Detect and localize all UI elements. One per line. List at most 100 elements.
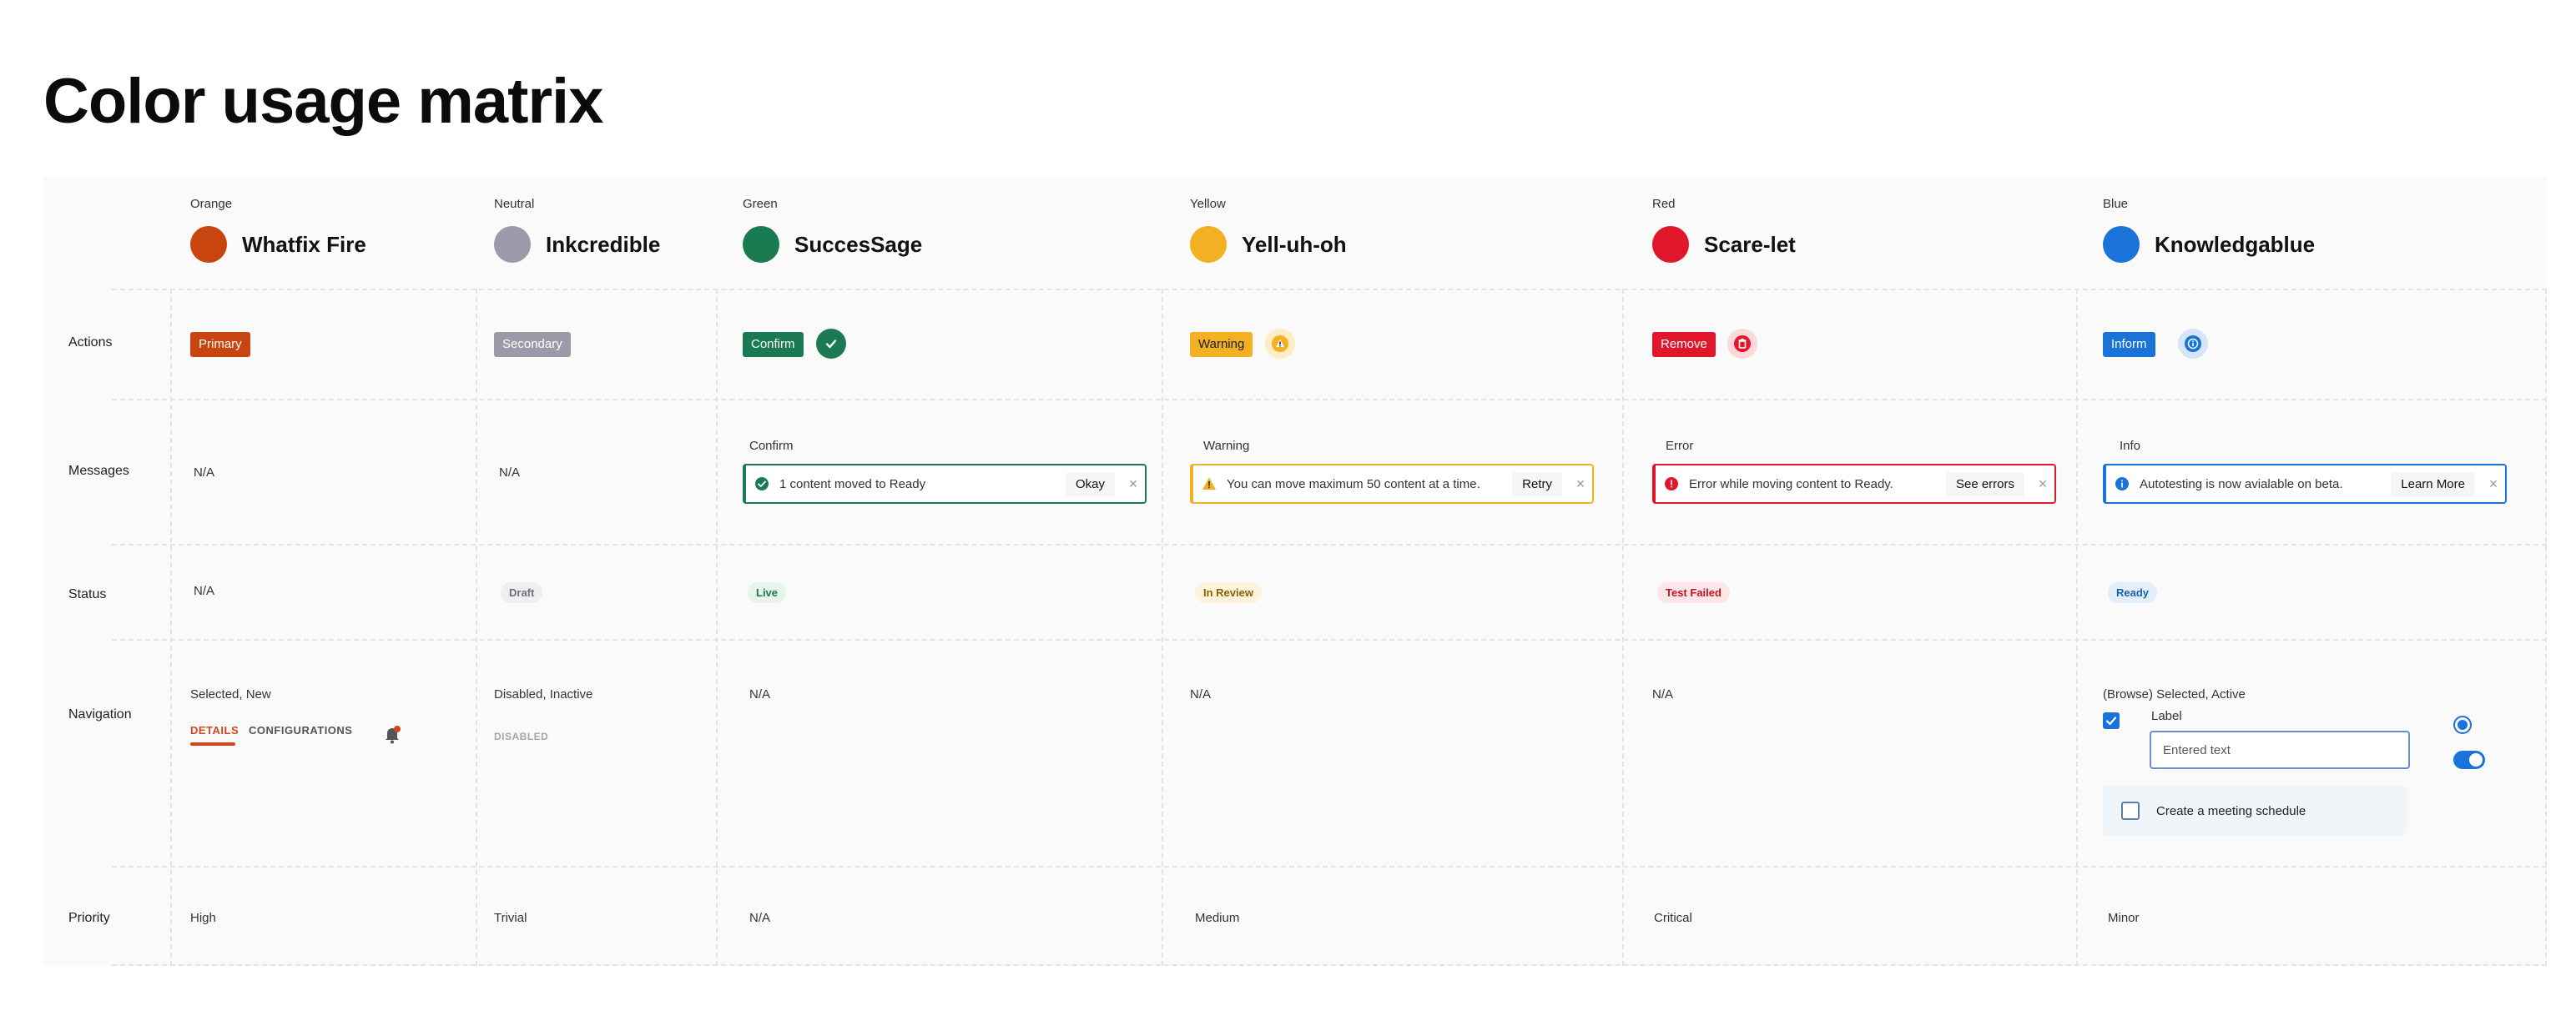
na-text: N/A — [194, 584, 215, 598]
priority-value: Critical — [1654, 911, 1692, 925]
grid-divider — [112, 639, 2547, 641]
grid-divider — [112, 964, 2547, 966]
close-icon[interactable]: × — [1122, 475, 1145, 493]
color-swatch — [1652, 226, 1689, 263]
grid-divider — [716, 289, 718, 966]
priority-value: High — [190, 911, 216, 925]
grid-divider — [112, 544, 2547, 546]
color-name: Scare-let — [1704, 231, 1796, 257]
toast-message: 1 content moved to Ready — [779, 476, 926, 491]
unchecked-checkbox[interactable] — [2121, 802, 2140, 820]
radio-dot — [2458, 720, 2468, 730]
na-text: N/A — [499, 465, 521, 480]
message-caption: Warning — [1203, 439, 1250, 453]
grid-divider — [170, 289, 172, 966]
message-caption: Error — [1666, 439, 1694, 453]
grid-divider — [112, 866, 2547, 868]
warning-toast: You can move maximum 50 content at a tim… — [1190, 464, 1594, 504]
trash-icon[interactable] — [1727, 329, 1757, 359]
grid-divider — [112, 289, 2547, 290]
primary-button[interactable]: Primary — [190, 332, 250, 357]
row-label-messages: Messages — [68, 464, 129, 478]
info-icon — [2115, 477, 2129, 490]
status-badge: Draft — [501, 582, 543, 603]
column-header-orange: Orange Whatfix Fire — [190, 197, 366, 263]
close-icon[interactable]: × — [2482, 475, 2505, 493]
na-text: N/A — [1652, 687, 1674, 702]
status-badge: Live — [748, 582, 787, 603]
toast-message: Autotesting is now avialable on beta. — [2140, 476, 2343, 491]
color-name: SuccesSage — [794, 231, 923, 257]
warning-button[interactable]: Warning — [1190, 332, 1253, 357]
color-category: Orange — [190, 197, 233, 211]
color-swatch — [2103, 226, 2140, 263]
radio-button[interactable] — [2453, 716, 2472, 734]
nav-caption: (Browse) Selected, Active — [2103, 687, 2246, 702]
color-category: Neutral — [494, 197, 535, 211]
color-swatch — [494, 226, 531, 263]
confirm-button[interactable]: Confirm — [743, 332, 804, 357]
grid-divider — [2545, 289, 2547, 966]
priority-value: Trivial — [494, 911, 527, 925]
field-label: Label — [2151, 709, 2182, 723]
remove-button[interactable]: Remove — [1652, 332, 1716, 357]
page-title: Color usage matrix — [43, 66, 603, 137]
alert-icon[interactable] — [1265, 329, 1295, 359]
column-header-blue: Blue Knowledgablue — [2103, 197, 2315, 263]
grid-divider — [1162, 289, 1163, 966]
input-value: Entered text — [2163, 742, 2231, 757]
column-header-green: Green SuccesSage — [743, 197, 922, 263]
color-category: Blue — [2103, 197, 2129, 211]
success-toast: 1 content moved to Ready Okay × — [743, 464, 1147, 504]
column-header-yellow: Yellow Yell-uh-oh — [1190, 197, 1347, 263]
bell-icon[interactable] — [382, 724, 402, 746]
row-label-priority: Priority — [68, 911, 110, 925]
check-circle-icon[interactable] — [816, 329, 846, 359]
close-icon[interactable]: × — [2031, 475, 2054, 493]
meeting-checkbox-card[interactable]: Create a meeting schedule — [2103, 786, 2407, 836]
inform-button[interactable]: Inform — [2103, 332, 2155, 357]
tab-configurations[interactable]: CONFIGURATIONS — [249, 724, 352, 737]
color-category: Red — [1652, 197, 1676, 211]
color-swatch — [743, 226, 779, 263]
color-name: Yell-uh-oh — [1242, 231, 1347, 257]
learn-more-button[interactable]: Learn More — [2391, 471, 2475, 496]
secondary-button[interactable]: Secondary — [494, 332, 571, 357]
okay-button[interactable]: Okay — [1065, 471, 1115, 496]
na-text: N/A — [194, 465, 215, 480]
checked-checkbox[interactable] — [2103, 712, 2120, 729]
toast-message: Error while moving content to Ready. — [1689, 476, 1893, 491]
row-label-actions: Actions — [68, 335, 113, 350]
message-caption: Info — [2120, 439, 2141, 453]
text-input[interactable]: Entered text — [2150, 731, 2410, 769]
status-badge: Test Failed — [1657, 582, 1730, 603]
retry-button[interactable]: Retry — [1512, 471, 1562, 496]
check-circle-icon — [755, 477, 769, 490]
column-header-red: Red Scare-let — [1652, 197, 1796, 263]
info-icon[interactable] — [2178, 329, 2208, 359]
alert-icon — [1202, 477, 1216, 490]
column-header-neutral: Neutral Inkcredible — [494, 197, 660, 263]
grid-divider — [1622, 289, 1624, 966]
color-name: Knowledgablue — [2155, 231, 2316, 257]
priority-value: Medium — [1195, 911, 1240, 925]
na-text: N/A — [1190, 687, 1212, 702]
tab-details[interactable]: DETAILS — [190, 724, 239, 737]
na-text: N/A — [749, 687, 771, 702]
priority-value: N/A — [749, 911, 771, 925]
grid-divider — [2076, 289, 2078, 966]
row-label-navigation: Navigation — [68, 707, 132, 722]
see-errors-button[interactable]: See errors — [1945, 471, 2024, 496]
nav-caption: Disabled, Inactive — [494, 687, 593, 702]
toggle-switch[interactable] — [2453, 751, 2485, 769]
color-name: Whatfix Fire — [242, 231, 366, 257]
priority-value: Minor — [2108, 911, 2140, 925]
grid-divider — [476, 289, 477, 966]
close-icon[interactable]: × — [1569, 475, 1592, 493]
toast-message: You can move maximum 50 content at a tim… — [1227, 476, 1480, 491]
color-name: Inkcredible — [546, 231, 661, 257]
checkbox-label: Create a meeting schedule — [2156, 803, 2306, 818]
status-badge: Ready — [2108, 582, 2158, 603]
error-icon — [1665, 477, 1678, 490]
row-label-status: Status — [68, 587, 107, 601]
